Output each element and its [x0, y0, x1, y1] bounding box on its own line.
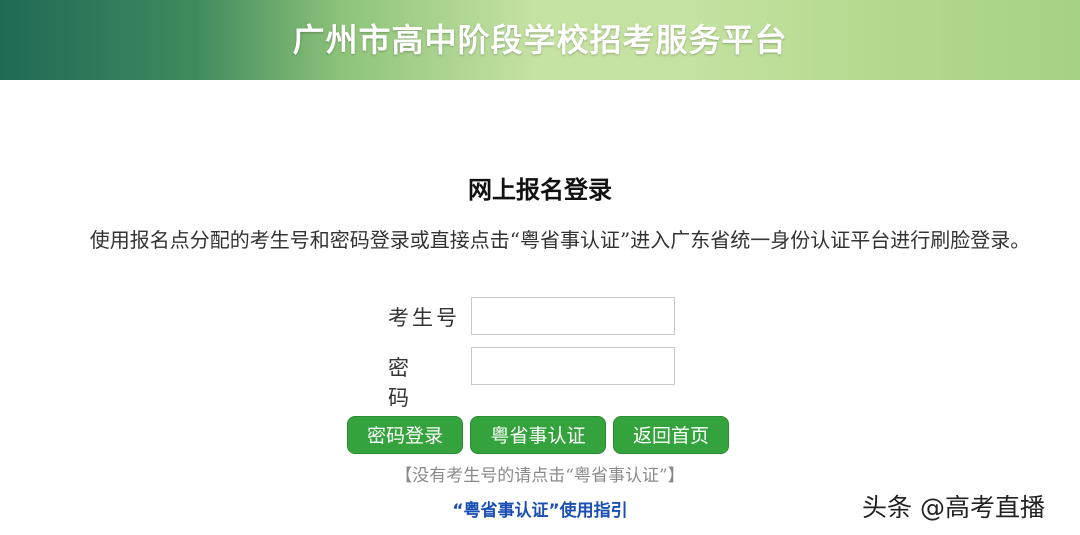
header-banner: 广州市高中阶段学校招考服务平台 [0, 0, 1080, 80]
watermark-text: 头条 @高考直播 [862, 493, 1045, 522]
back-home-button[interactable]: 返回首页 [613, 416, 729, 454]
login-instruction: 使用报名点分配的考生号和密码登录或直接点击“粤省事认证”进入广东省统一身份认证平… [89, 228, 1031, 252]
password-label: 密码 [388, 356, 437, 410]
exam-number-label: 考生号 [388, 306, 460, 330]
exam-number-input[interactable] [471, 297, 675, 335]
site-title: 广州市高中阶段学校招考服务平台 [292, 21, 788, 59]
login-title: 网上报名登录 [468, 176, 612, 204]
password-login-button[interactable]: 密码登录 [347, 416, 463, 454]
yueshengshi-auth-button[interactable]: 粤省事认证 [470, 416, 606, 454]
password-input[interactable] [471, 347, 675, 385]
no-exam-number-hint: 【没有考生号的请点击“粤省事认证”】 [395, 466, 685, 486]
